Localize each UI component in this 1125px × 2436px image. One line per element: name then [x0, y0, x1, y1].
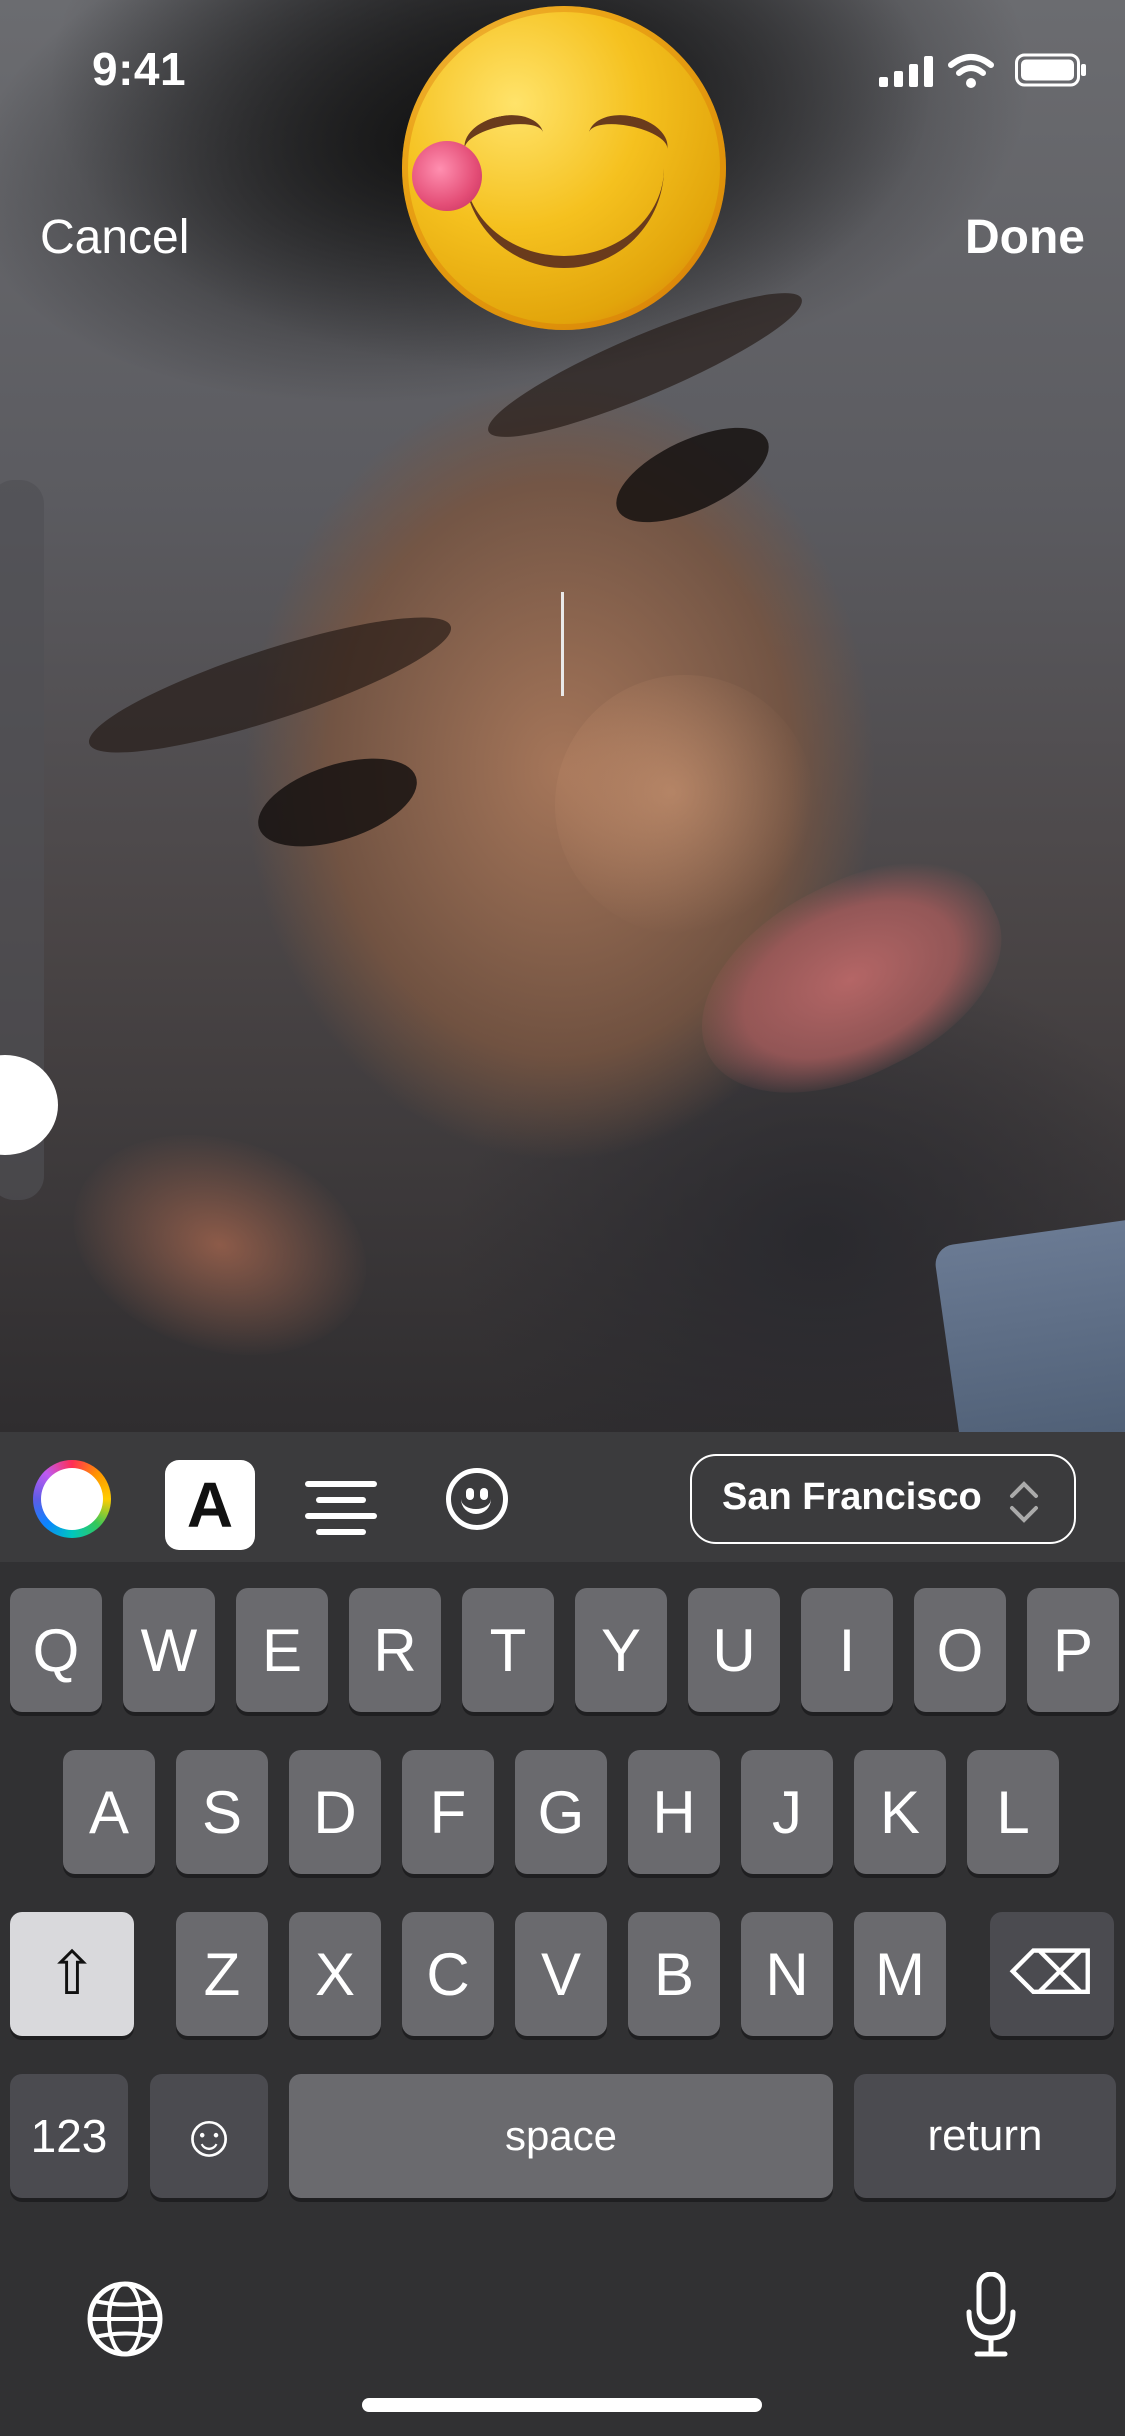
key-r[interactable]: R: [349, 1588, 441, 1712]
key-y[interactable]: Y: [575, 1588, 667, 1712]
globe-icon[interactable]: [84, 2278, 166, 2360]
key-f[interactable]: F: [402, 1750, 494, 1874]
color-wheel-icon[interactable]: [33, 1460, 111, 1538]
delete-icon: ⌫: [1009, 1940, 1095, 2007]
key-n[interactable]: N: [741, 1912, 833, 2036]
status-bar: 9:41: [0, 0, 1125, 140]
return-key[interactable]: return: [854, 2074, 1116, 2198]
keyboard: Q W E R T Y U I O P A S D F G H J K L ⇧ …: [0, 1562, 1125, 2436]
key-z[interactable]: Z: [176, 1912, 268, 2036]
photo-right-eye: [602, 408, 783, 542]
wifi-icon: [948, 54, 994, 88]
key-o[interactable]: O: [914, 1588, 1006, 1712]
key-c[interactable]: C: [402, 1912, 494, 2036]
key-a[interactable]: A: [63, 1750, 155, 1874]
story-text-editor-screen: 9:41 Cancel Done A San Francisco Q W E R…: [0, 0, 1125, 2436]
key-u[interactable]: U: [688, 1588, 780, 1712]
top-bar: Cancel Done: [0, 210, 1125, 290]
key-k[interactable]: K: [854, 1750, 946, 1874]
text-tools-bar: A San Francisco: [0, 1432, 1125, 1562]
shift-icon: ⇧: [46, 1940, 98, 2007]
key-b[interactable]: B: [628, 1912, 720, 2036]
photo-nose-highlight: [555, 675, 815, 935]
key-h[interactable]: H: [628, 1750, 720, 1874]
cellular-signal-icon: [879, 56, 933, 87]
chevron-up-down-icon: [1010, 1481, 1038, 1523]
text-style-label: A: [186, 1469, 234, 1541]
photo-left-eye: [247, 741, 428, 864]
key-g[interactable]: G: [515, 1750, 607, 1874]
key-w[interactable]: W: [123, 1588, 215, 1712]
delete-key[interactable]: ⌫: [990, 1912, 1114, 2036]
emoji-keyboard-icon: ☺: [178, 2102, 240, 2169]
shift-key[interactable]: ⇧: [10, 1912, 134, 2036]
home-indicator[interactable]: [362, 2398, 762, 2412]
emoji-key[interactable]: ☺: [150, 2074, 268, 2198]
font-selector-label: San Francisco: [722, 1476, 982, 1518]
key-j[interactable]: J: [741, 1750, 833, 1874]
key-q[interactable]: Q: [10, 1588, 102, 1712]
key-t[interactable]: T: [462, 1588, 554, 1712]
microphone-icon[interactable]: [961, 2272, 1021, 2358]
font-selector[interactable]: San Francisco: [690, 1454, 1076, 1544]
key-x[interactable]: X: [289, 1912, 381, 2036]
done-button[interactable]: Done: [965, 210, 1085, 265]
cancel-button[interactable]: Cancel: [40, 210, 189, 265]
key-i[interactable]: I: [801, 1588, 893, 1712]
key-v[interactable]: V: [515, 1912, 607, 2036]
space-key[interactable]: space: [289, 2074, 833, 2198]
status-time: 9:41: [92, 43, 187, 95]
text-style-button[interactable]: A: [165, 1460, 255, 1550]
key-s[interactable]: S: [176, 1750, 268, 1874]
key-m[interactable]: M: [854, 1912, 946, 2036]
emoji-tongue: [412, 141, 482, 211]
key-p[interactable]: P: [1027, 1588, 1119, 1712]
numbers-key[interactable]: 123: [10, 2074, 128, 2198]
key-l[interactable]: L: [967, 1750, 1059, 1874]
smiley-icon[interactable]: [446, 1468, 508, 1530]
photo-left-eyebrow: [78, 592, 462, 778]
key-d[interactable]: D: [289, 1750, 381, 1874]
text-cursor: [561, 592, 564, 696]
align-center-icon[interactable]: [305, 1471, 377, 1535]
photo-ear: [44, 1098, 396, 1392]
key-e[interactable]: E: [236, 1588, 328, 1712]
battery-icon: [1015, 53, 1086, 87]
